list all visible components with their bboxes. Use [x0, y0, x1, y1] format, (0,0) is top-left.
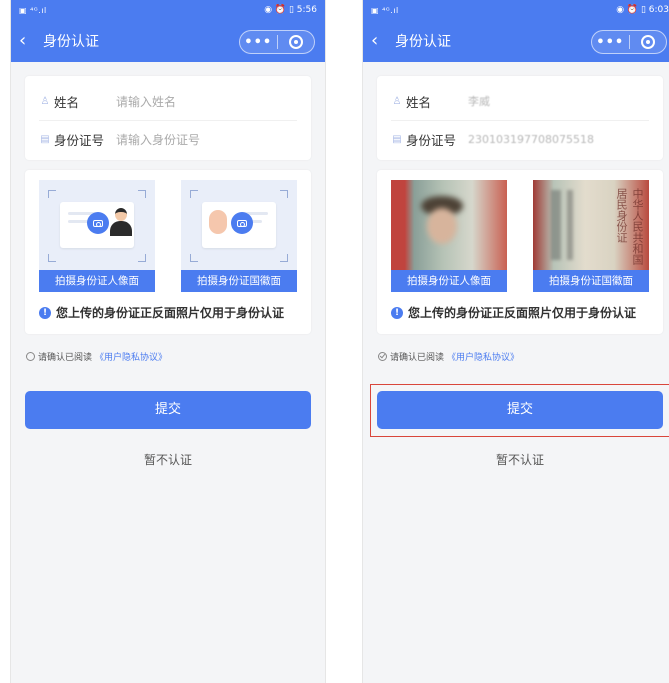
id-front-upload[interactable]: 拍摄身份证人像面 — [39, 180, 155, 292]
id-back-photo-text: 中华人民共和国 居民身份证 — [615, 188, 644, 265]
main-content: ♙ 姓名 李威 ▤ 身份证号 230103197708075518 拍摄身份证人… — [363, 62, 669, 468]
main-content: ♙ 姓名 请输入姓名 ▤ 身份证号 请输入身份证号 拍摄身份证人像面 拍摄身份证… — [11, 62, 325, 468]
id-number-row: ▤ 身份证号 请输入身份证号 — [39, 120, 297, 158]
page-title: 身份认证 — [43, 34, 99, 50]
status-bar: ▣ ⁴ᴳ.ıl ◉ ⏰ ▯ 6:03 — [363, 0, 669, 20]
frame-corner — [280, 254, 288, 262]
identity-form: ♙ 姓名 请输入姓名 ▤ 身份证号 请输入身份证号 — [25, 76, 311, 160]
id-front-caption: 拍摄身份证人像面 — [39, 270, 155, 292]
name-row: ♙ 姓名 请输入姓名 — [39, 82, 297, 120]
id-number-input[interactable]: 230103197708075518 — [468, 133, 594, 146]
id-photo-slots: 拍摄身份证人像面 拍摄身份证国徽面 — [39, 180, 297, 292]
camera-icon — [231, 212, 253, 234]
user-icon: ♙ — [392, 95, 402, 107]
identity-form: ♙ 姓名 李威 ▤ 身份证号 230103197708075518 — [377, 76, 663, 160]
nav-bar: ‹ 身份认证 ••• — [11, 20, 325, 62]
frame-corner — [280, 190, 288, 198]
back-arrow-icon[interactable]: ‹ — [371, 32, 393, 50]
name-label: 姓名 — [54, 94, 80, 110]
id-photo-slots: 拍摄身份证人像面 中华人民共和国 居民身份证 拍摄身份证国徽面 — [391, 180, 649, 292]
id-back-upload[interactable]: 中华人民共和国 居民身份证 拍摄身份证国徽面 — [533, 180, 649, 292]
skip-verification-link[interactable]: 暂不认证 — [25, 451, 311, 468]
info-icon: ! — [39, 306, 51, 319]
header: ▣ ⁴ᴳ.ıl ◉ ⏰ ▯ 5:56 ‹ 身份认证 ••• — [11, 0, 325, 62]
info-icon: ! — [391, 306, 403, 319]
name-label: 姓名 — [406, 94, 432, 110]
id-back-caption: 拍摄身份证国徽面 — [533, 270, 649, 292]
header: ▣ ⁴ᴳ.ıl ◉ ⏰ ▯ 6:03 ‹ 身份认证 ••• — [363, 0, 669, 62]
id-front-upload[interactable]: 拍摄身份证人像面 — [391, 180, 507, 292]
phone-screen-before: ▣ ⁴ᴳ.ıl ◉ ⏰ ▯ 5:56 ‹ 身份认证 ••• ♙ 姓名 请输入姓名… — [10, 0, 326, 683]
name-row: ♙ 姓名 李威 — [391, 82, 649, 120]
frame-corner — [138, 190, 146, 198]
agreement-text: 请确认已阅读 — [390, 353, 445, 363]
id-back-upload[interactable]: 拍摄身份证国徽面 — [181, 180, 297, 292]
id-number-input[interactable]: 请输入身份证号 — [116, 131, 200, 148]
privacy-notice-text: 您上传的身份证正反面照片仅用于身份认证 — [408, 306, 637, 320]
id-front-caption: 拍摄身份证人像面 — [391, 270, 507, 292]
status-signal: ▣ ⁴ᴳ.ıl — [371, 5, 399, 15]
more-menu-button[interactable]: ••• — [592, 35, 629, 50]
id-number-label: 身份证号 — [54, 133, 105, 148]
privacy-notice: ! 您上传的身份证正反面照片仅用于身份认证 — [39, 304, 297, 321]
back-arrow-icon[interactable]: ‹ — [19, 32, 41, 50]
frame-corner — [190, 190, 198, 198]
national-emblem-icon — [209, 210, 227, 234]
agreement-row[interactable]: 请确认已阅读 《用户隐私协议》 — [377, 350, 663, 363]
privacy-agreement-link[interactable]: 《用户隐私协议》 — [95, 350, 167, 363]
miniprogram-capsule: ••• — [591, 30, 667, 54]
agreement-checkbox[interactable] — [26, 352, 35, 361]
more-menu-button[interactable]: ••• — [240, 35, 277, 50]
id-back-caption: 拍摄身份证国徽面 — [181, 270, 297, 292]
id-back-photo: 中华人民共和国 居民身份证 — [533, 180, 649, 270]
close-miniprogram-button[interactable] — [278, 35, 315, 49]
id-card-icon: ▤ — [392, 134, 402, 145]
page-title: 身份认证 — [395, 34, 451, 50]
submit-area: 提交 — [25, 391, 311, 429]
status-time: ◉ ⏰ ▯ 5:56 — [264, 5, 317, 15]
close-miniprogram-button[interactable] — [630, 35, 667, 49]
target-icon — [288, 35, 303, 49]
agreement-text: 请确认已阅读 — [38, 353, 93, 363]
id-card-icon: ▤ — [40, 134, 50, 145]
frame-corner — [190, 254, 198, 262]
phone-screen-after: ▣ ⁴ᴳ.ıl ◉ ⏰ ▯ 6:03 ‹ 身份认证 ••• ♙ 姓名 李威 ▤ … — [362, 0, 669, 683]
id-photo-card: 拍摄身份证人像面 拍摄身份证国徽面 ! 您上传的身份证正反面照片仅用于身份认证 — [25, 170, 311, 334]
frame-corner — [48, 190, 56, 198]
agreement-row[interactable]: 请确认已阅读 《用户隐私协议》 — [25, 350, 311, 363]
submit-button[interactable]: 提交 — [25, 391, 311, 429]
user-icon: ♙ — [40, 95, 50, 107]
privacy-agreement-link[interactable]: 《用户隐私协议》 — [447, 350, 519, 363]
id-number-label: 身份证号 — [406, 133, 457, 148]
id-photo-card: 拍摄身份证人像面 中华人民共和国 居民身份证 拍摄身份证国徽面 ! 您上传的身份… — [377, 170, 663, 334]
status-signal: ▣ ⁴ᴳ.ıl — [19, 5, 47, 15]
id-number-row: ▤ 身份证号 230103197708075518 — [391, 120, 649, 158]
frame-corner — [138, 254, 146, 262]
privacy-notice-text: 您上传的身份证正反面照片仅用于身份认证 — [56, 306, 285, 320]
camera-icon — [87, 212, 109, 234]
name-input[interactable]: 李威 — [468, 93, 490, 109]
nav-bar: ‹ 身份认证 ••• — [363, 20, 669, 62]
person-icon — [109, 208, 133, 236]
status-time: ◉ ⏰ ▯ 6:03 — [616, 5, 669, 15]
target-icon — [640, 35, 655, 49]
submit-area: 提交 — [370, 384, 669, 437]
agreement-checkbox-checked[interactable] — [378, 352, 387, 361]
skip-verification-link[interactable]: 暂不认证 — [377, 451, 663, 468]
name-input[interactable]: 请输入姓名 — [116, 93, 176, 110]
id-front-photo — [391, 180, 507, 270]
status-bar: ▣ ⁴ᴳ.ıl ◉ ⏰ ▯ 5:56 — [11, 0, 325, 20]
privacy-notice: ! 您上传的身份证正反面照片仅用于身份认证 — [391, 304, 649, 321]
submit-highlight-box — [370, 384, 669, 437]
miniprogram-capsule: ••• — [239, 30, 315, 54]
frame-corner — [48, 254, 56, 262]
